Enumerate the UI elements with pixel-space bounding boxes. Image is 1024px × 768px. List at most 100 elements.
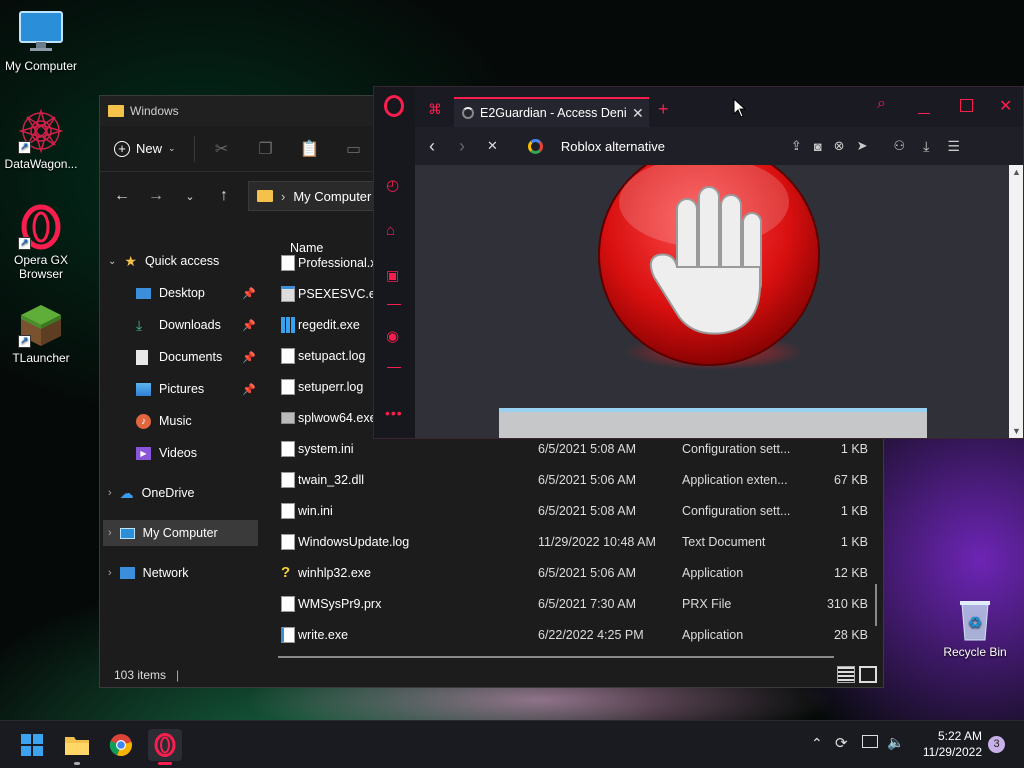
sidebar-item-pictures[interactable]: Pictures 📌 bbox=[136, 376, 256, 402]
file-date: 6/5/2021 5:08 AM bbox=[538, 441, 636, 456]
scroll-up-arrow-icon[interactable]: ▲ bbox=[1012, 167, 1021, 177]
close-tab-icon[interactable]: ✕ bbox=[632, 105, 644, 122]
horizontal-scrollbar[interactable] bbox=[278, 656, 834, 658]
new-button[interactable]: + New ⌄ bbox=[114, 140, 176, 157]
clock[interactable]: 5:22 AM 11/29/2022 bbox=[910, 728, 982, 760]
file-type: Application bbox=[682, 565, 744, 580]
notification-badge[interactable]: 3 bbox=[988, 736, 1005, 753]
mandala-icon: ↗ bbox=[18, 108, 64, 154]
sidebar-item-quick-access[interactable]: ⌄ ★ Quick access bbox=[108, 248, 258, 274]
star-icon: ★ bbox=[124, 252, 137, 269]
vertical-scrollbar[interactable] bbox=[875, 584, 877, 626]
sidebar-item-desktop[interactable]: Desktop 📌 bbox=[136, 280, 256, 306]
copy-icon[interactable]: ❐ bbox=[251, 134, 281, 164]
desktop-icon-label: My Computer bbox=[4, 59, 78, 73]
ini-icon bbox=[281, 440, 295, 457]
network-status-icon[interactable] bbox=[862, 735, 878, 748]
divider bbox=[193, 135, 195, 162]
sidebar-item-onedrive[interactable]: › ☁ OneDrive bbox=[108, 480, 258, 506]
stop-loading-icon[interactable]: ✕ bbox=[487, 138, 498, 154]
new-tab-icon[interactable]: + bbox=[658, 99, 669, 120]
desktop-icon-opera-gx[interactable]: ↗ Opera GX Browser bbox=[0, 204, 82, 281]
up-arrow-icon[interactable]: ↑ bbox=[214, 187, 234, 205]
search-tabs-icon[interactable]: ⌕ bbox=[877, 95, 886, 113]
file-row[interactable]: ? winhlp32.exe 6/5/2021 5:06 AM Applicat… bbox=[276, 557, 883, 588]
maximize-icon[interactable] bbox=[960, 99, 973, 112]
gamepad-icon[interactable]: ⌘ bbox=[428, 101, 442, 118]
forward-arrow-icon[interactable]: → bbox=[146, 187, 166, 205]
rename-icon[interactable]: ▭ bbox=[339, 134, 369, 164]
pin-icon: 📌 bbox=[242, 287, 256, 300]
address-bar[interactable]: › My Computer › bbox=[248, 181, 388, 211]
item-count: 103 items bbox=[114, 667, 167, 682]
file-row[interactable]: win.ini 6/5/2021 5:08 AM Configuration s… bbox=[276, 495, 883, 526]
back-arrow-icon[interactable]: ← bbox=[112, 187, 132, 205]
sidebar-item-my-computer[interactable]: › My Computer bbox=[103, 520, 258, 546]
breadcrumb-my-computer[interactable]: My Computer bbox=[293, 189, 371, 204]
file-type: Text Document bbox=[682, 534, 766, 549]
forward-icon[interactable]: › bbox=[459, 136, 465, 157]
gx-control-icon[interactable]: ⌂ bbox=[386, 222, 395, 239]
back-icon[interactable]: ‹ bbox=[429, 136, 435, 157]
details-view-icon[interactable] bbox=[837, 666, 855, 683]
account-icon[interactable]: ⚇ bbox=[893, 138, 905, 154]
sync-icon[interactable]: ⟳ bbox=[835, 734, 848, 752]
recent-locations-chevron-icon[interactable]: ⌄ bbox=[180, 190, 200, 203]
gx-speed-dial-icon[interactable]: ◴ bbox=[386, 176, 399, 194]
more-options-icon[interactable]: ••• bbox=[385, 405, 403, 421]
file-size: 1 KB bbox=[840, 534, 868, 549]
twitch-icon[interactable]: ▣ bbox=[386, 267, 399, 284]
show-hidden-icons-chevron-icon[interactable]: ⌃ bbox=[811, 735, 823, 752]
file-row[interactable]: twain_32.dll 6/5/2021 5:06 AM Applicatio… bbox=[276, 464, 883, 495]
sidebar-label: Downloads bbox=[159, 318, 221, 332]
sidebar-item-videos[interactable]: ▶ Videos bbox=[136, 440, 256, 466]
sidebar-item-network[interactable]: › Network bbox=[108, 560, 258, 586]
desktop-folder-icon bbox=[136, 287, 151, 299]
tiles-view-icon[interactable] bbox=[859, 666, 877, 683]
sidebar-label: Quick access bbox=[144, 254, 220, 268]
file-row[interactable]: WMSysPr9.prx 6/5/2021 7:30 AM PRX File 3… bbox=[276, 588, 883, 619]
share-icon[interactable]: ⇪ bbox=[791, 138, 802, 154]
clock-time: 5:22 AM bbox=[937, 729, 982, 743]
snapshot-camera-icon[interactable]: ◙ bbox=[814, 139, 822, 154]
running-indicator bbox=[74, 762, 80, 765]
file-size: 310 KB bbox=[826, 596, 868, 611]
file-date: 6/22/2022 4:25 PM bbox=[538, 627, 644, 642]
file-row[interactable]: write.exe 6/22/2022 4:25 PM Application … bbox=[276, 619, 883, 650]
sidebar-item-downloads[interactable]: ⤓ Downloads 📌 bbox=[136, 312, 256, 338]
opera-menu-icon[interactable] bbox=[384, 95, 404, 117]
paste-icon[interactable]: 📋 bbox=[295, 134, 325, 164]
downloads-icon[interactable]: ⤓ bbox=[923, 138, 929, 155]
player-icon[interactable]: ◉ bbox=[386, 327, 399, 345]
page-content bbox=[415, 165, 1009, 438]
chrome-icon[interactable] bbox=[104, 729, 138, 761]
windows-start-icon[interactable] bbox=[15, 729, 49, 761]
sidebar-item-music[interactable]: ♪ Music bbox=[136, 408, 256, 434]
volume-icon[interactable]: 🔈 bbox=[887, 734, 904, 751]
file-row[interactable]: WindowsUpdate.log 11/29/2022 10:48 AM Te… bbox=[276, 526, 883, 557]
opera-gx-icon[interactable] bbox=[148, 729, 182, 765]
desktop-icon-datawagon[interactable]: ↗ DataWagon... bbox=[0, 108, 82, 171]
desktop-icon-recycle-bin[interactable]: ♻ Recycle Bin bbox=[934, 596, 1016, 659]
desktop-icon-tlauncher[interactable]: ↗ TLauncher bbox=[0, 302, 82, 365]
videos-icon: ▶ bbox=[136, 446, 151, 460]
easy-setup-icon[interactable]: ☰ bbox=[947, 138, 960, 155]
file-date: 6/5/2021 5:06 AM bbox=[538, 472, 636, 487]
sidebar-item-documents[interactable]: Documents 📌 bbox=[136, 344, 256, 370]
page-scrollbar[interactable]: ▲ ▼ bbox=[1009, 165, 1023, 438]
close-window-icon[interactable]: ✕ bbox=[999, 96, 1012, 116]
tab-e2guardian[interactable]: E2Guardian - Access Denie ✕ bbox=[454, 97, 649, 127]
cut-icon[interactable]: ✂ bbox=[207, 134, 237, 164]
minimize-icon[interactable] bbox=[918, 113, 930, 114]
address-text[interactable]: Roblox alternative bbox=[561, 139, 791, 154]
file-icon bbox=[281, 595, 295, 612]
scroll-down-arrow-icon[interactable]: ▼ bbox=[1012, 426, 1021, 436]
send-icon[interactable]: ➤ bbox=[857, 138, 868, 154]
file-name: write.exe bbox=[298, 627, 349, 642]
file-name: system.ini bbox=[298, 441, 354, 456]
file-explorer-icon[interactable] bbox=[60, 729, 94, 765]
desktop-icon-my-computer[interactable]: My Computer bbox=[0, 10, 82, 73]
opera-gx-window[interactable]: ◴ ⌂ ▣ ◉ ••• ⌘ E2Guardian - Access Denie … bbox=[373, 86, 1024, 439]
ad-block-icon[interactable]: ⊗ bbox=[834, 138, 845, 154]
write-icon bbox=[281, 626, 295, 643]
